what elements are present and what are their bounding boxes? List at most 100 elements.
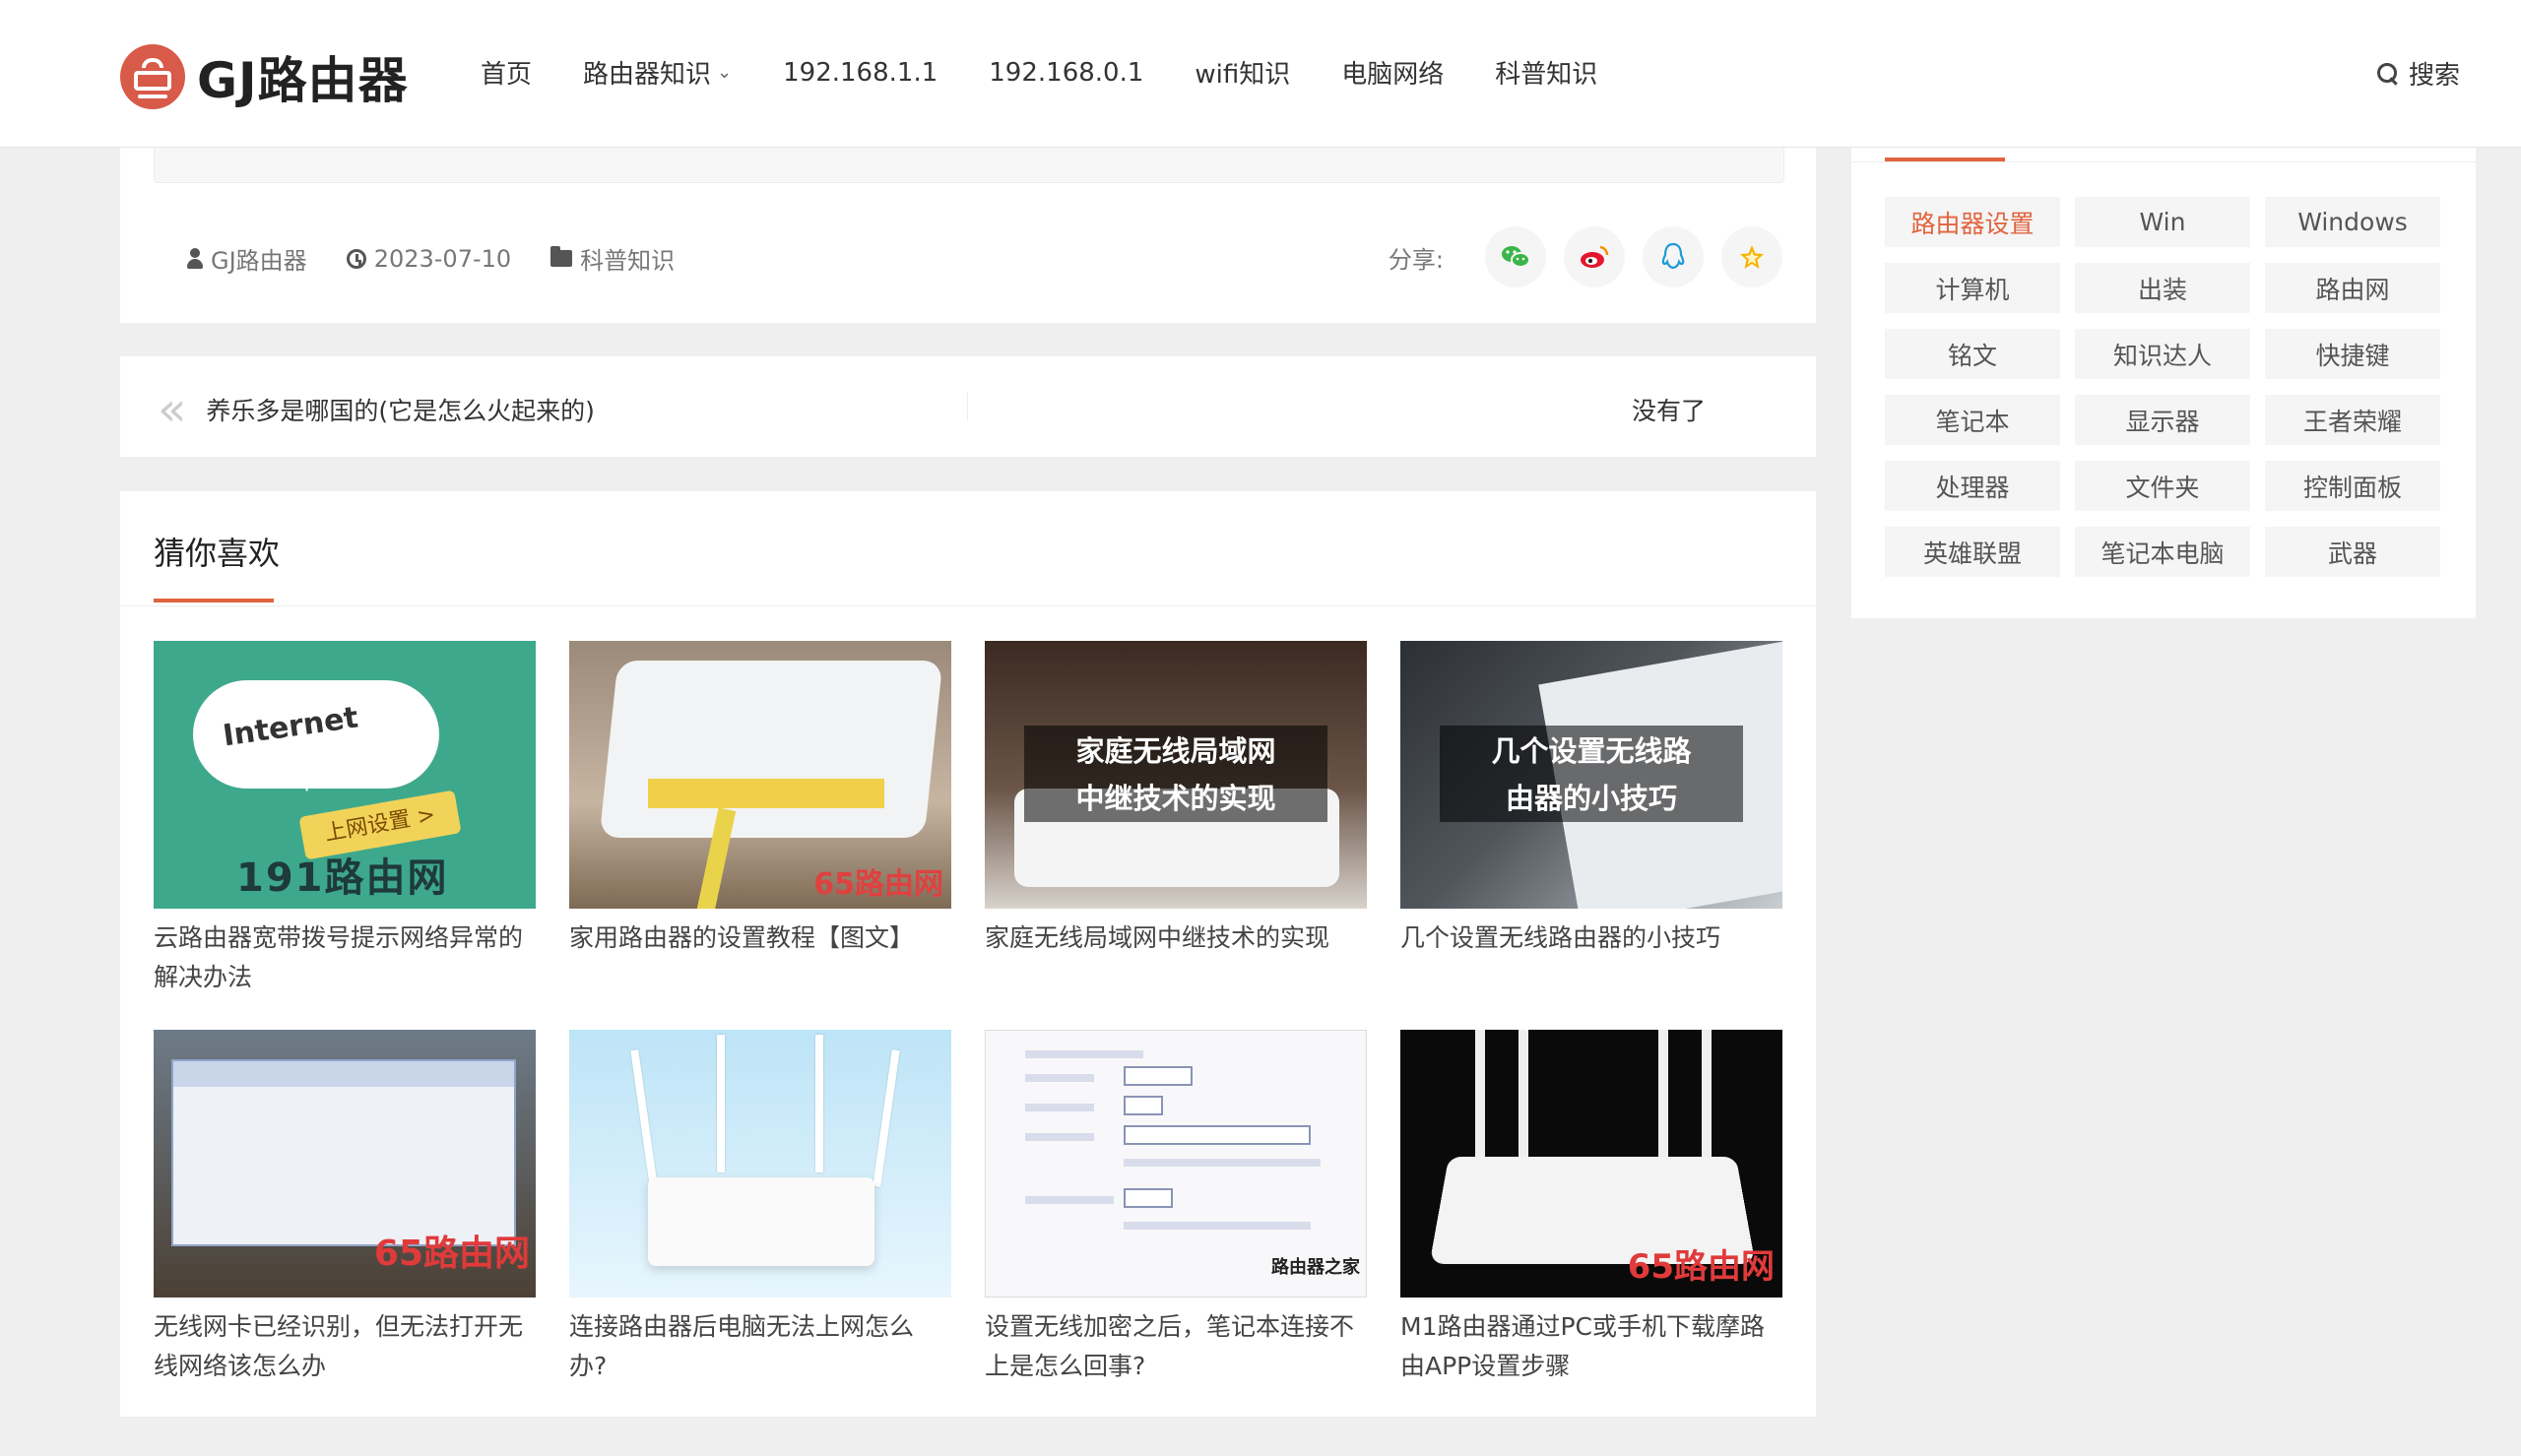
tag-win[interactable]: Win — [2075, 197, 2250, 247]
nav-router-knowledge-label: 路由器知识 — [583, 60, 712, 90]
search-icon — [2376, 62, 2399, 85]
tag-computer[interactable]: 计算机 — [1885, 263, 2060, 313]
tag-monitor[interactable]: 显示器 — [2075, 395, 2250, 445]
tag-control-panel[interactable]: 控制面板 — [2265, 461, 2440, 511]
sidebar-divider — [1851, 161, 2476, 162]
tag-router-net[interactable]: 路由网 — [2265, 263, 2440, 313]
post-title[interactable]: 连接路由器后电脑无法上网怎么办? — [569, 1307, 951, 1386]
code-block-strip — [154, 148, 1784, 183]
router-logo-icon — [120, 44, 185, 109]
related-post-card[interactable]: 家庭无线局域网 中继技术的实现 家庭无线局域网中继技术的实现 — [985, 641, 1367, 958]
thumbnail-caption: 家庭无线局域网 中继技术的实现 — [1024, 726, 1327, 822]
share-weibo-button[interactable] — [1564, 226, 1625, 287]
tag-notebook[interactable]: 笔记本 — [1885, 395, 2060, 445]
post-thumbnail[interactable]: 65路由网 — [154, 1030, 536, 1298]
related-post-card[interactable]: Internet 网络异常 上网设置 > 191路由网 云路由器宽带拨号提示网络… — [154, 641, 536, 997]
tag-weapon[interactable]: 武器 — [2265, 527, 2440, 577]
section-divider — [120, 605, 1816, 606]
share-favorite-button[interactable] — [1721, 226, 1782, 287]
section-title: 猜你喜欢 — [154, 535, 281, 572]
nav-wifi[interactable]: wifi知识 — [1195, 54, 1290, 91]
post-title[interactable]: 几个设置无线路由器的小技巧 — [1400, 918, 1782, 958]
search-label: 搜索 — [2408, 61, 2460, 91]
post-thumbnail[interactable]: Internet 网络异常 上网设置 > 191路由网 — [154, 641, 536, 909]
publish-date: 2023-07-10 — [373, 244, 512, 273]
tag-windows[interactable]: Windows — [2265, 197, 2440, 247]
post-title[interactable]: 家庭无线局域网中继技术的实现 — [985, 918, 1367, 958]
nav-router-knowledge[interactable]: 路由器知识 ⌄ — [583, 54, 732, 91]
related-post-card[interactable]: 几个设置无线路 由器的小技巧 几个设置无线路由器的小技巧 — [1400, 641, 1782, 958]
search-button[interactable]: 搜索 — [2376, 55, 2460, 92]
user-icon — [187, 247, 203, 270]
qq-icon — [1661, 242, 1685, 270]
author-name: GJ路由器 — [211, 247, 307, 275]
site-header: GJ路由器 首页 路由器知识 ⌄ 192.168.1.1 192.168.0.1… — [0, 0, 2521, 148]
post-title[interactable]: 家用路由器的设置教程【图文】 — [569, 918, 951, 958]
tag-shortcut[interactable]: 快捷键 — [2265, 329, 2440, 379]
watermark: 65路由网 — [373, 1234, 530, 1274]
post-thumbnail[interactable]: 家庭无线局域网 中继技术的实现 — [985, 641, 1367, 909]
clock-icon — [346, 248, 366, 269]
article-meta: GJ路由器 2023-07-10 科普知识 — [187, 241, 714, 276]
related-post-card[interactable]: 65路由网 M1路由器通过PC或手机下载摩路由APP设置步骤 — [1400, 1030, 1782, 1386]
related-posts-panel: 猜你喜欢 Internet 网络异常 上网设置 > 191路由网 云路由器宽带拨… — [120, 491, 1816, 1417]
post-thumbnail[interactable]: 65路由网 — [1400, 1030, 1782, 1298]
tag-league-of-legends[interactable]: 英雄联盟 — [1885, 527, 2060, 577]
category-name: 科普知识 — [580, 247, 676, 275]
share-label: 分享: — [1388, 245, 1444, 274]
watermark: 65路由网 — [1627, 1247, 1775, 1287]
post-title[interactable]: 设置无线加密之后，笔记本连接不上是怎么回事? — [985, 1307, 1367, 1386]
nav-divider — [967, 392, 968, 421]
weibo-icon — [1581, 245, 1609, 268]
star-icon — [1740, 245, 1764, 269]
tag-processor[interactable]: 处理器 — [1885, 461, 2060, 511]
post-thumbnail[interactable]: 几个设置无线路 由器的小技巧 — [1400, 641, 1782, 909]
category-meta[interactable]: 科普知识 — [550, 241, 675, 276]
related-post-card[interactable]: 连接路由器后电脑无法上网怎么办? — [569, 1030, 951, 1386]
nav-192-168-1-1[interactable]: 192.168.1.1 — [783, 54, 937, 91]
related-post-card[interactable]: 65路由网 无线网卡已经识别，但无法打开无线网络该怎么办 — [154, 1030, 536, 1386]
tag-knowledge-expert[interactable]: 知识达人 — [2075, 329, 2250, 379]
tag-laptop[interactable]: 笔记本电脑 — [2075, 527, 2250, 577]
post-title[interactable]: M1路由器通过PC或手机下载摩路由APP设置步骤 — [1400, 1307, 1782, 1386]
tag-build[interactable]: 出装 — [2075, 263, 2250, 313]
post-thumbnail[interactable]: 65路由网 — [569, 641, 951, 909]
tag-folder[interactable]: 文件夹 — [2075, 461, 2250, 511]
post-navigation: « 养乐多是哪国的(它是怎么火起来的) 没有了 — [120, 356, 1816, 457]
tag-router-settings[interactable]: 路由器设置 — [1885, 197, 2060, 247]
tag-cloud: 路由器设置 Win Windows 计算机 出装 路由网 铭文 知识达人 快捷键… — [1885, 197, 2442, 577]
share-qq-button[interactable] — [1643, 226, 1704, 287]
related-post-card[interactable]: 路由器之家 设置无线加密之后，笔记本连接不上是怎么回事? — [985, 1030, 1367, 1386]
site-logo[interactable]: GJ路由器 — [120, 41, 409, 112]
watermark: 路由器之家 — [1271, 1257, 1360, 1278]
nav-computer-network[interactable]: 电脑网络 — [1341, 54, 1444, 91]
nav-192-168-0-1[interactable]: 192.168.0.1 — [989, 54, 1143, 91]
post-title[interactable]: 无线网卡已经识别，但无法打开无线网络该怎么办 — [154, 1307, 536, 1386]
date-meta: 2023-07-10 — [346, 244, 512, 273]
nav-science[interactable]: 科普知识 — [1495, 54, 1597, 91]
sidebar-title-underline — [1885, 158, 2005, 161]
prev-post-title: 养乐多是哪国的(它是怎么火起来的) — [206, 397, 595, 425]
double-chevron-left-icon: « — [158, 382, 186, 437]
post-thumbnail[interactable] — [569, 1030, 951, 1298]
main-nav: 首页 路由器知识 ⌄ 192.168.1.1 192.168.0.1 wifi知… — [481, 54, 1648, 91]
share-wechat-button[interactable] — [1485, 226, 1546, 287]
post-thumbnail[interactable]: 路由器之家 — [985, 1030, 1367, 1298]
logo-text: GJ路由器 — [197, 52, 409, 109]
prev-post-link[interactable]: « 养乐多是哪国的(它是怎么火起来的) — [158, 386, 595, 433]
tag-honor-of-kings[interactable]: 王者荣耀 — [2265, 395, 2440, 445]
tag-inscription[interactable]: 铭文 — [1885, 329, 2060, 379]
thumbnail-caption: 几个设置无线路 由器的小技巧 — [1440, 726, 1743, 822]
post-title[interactable]: 云路由器宽带拨号提示网络异常的解决办法 — [154, 918, 536, 997]
share-bar: 分享: — [1389, 226, 1782, 287]
folder-icon — [550, 246, 573, 267]
wechat-icon — [1502, 246, 1530, 268]
watermark: 65路由网 — [813, 867, 943, 902]
nav-home[interactable]: 首页 — [481, 54, 532, 91]
chevron-down-icon: ⌄ — [717, 62, 733, 83]
section-title-underline — [154, 599, 274, 602]
sidebar-tags-panel: 路由器设置 Win Windows 计算机 出装 路由网 铭文 知识达人 快捷键… — [1851, 148, 2476, 618]
related-post-card[interactable]: 65路由网 家用路由器的设置教程【图文】 — [569, 641, 951, 958]
next-post-title: 没有了 — [1631, 397, 1706, 425]
author-meta[interactable]: GJ路由器 — [187, 241, 307, 276]
